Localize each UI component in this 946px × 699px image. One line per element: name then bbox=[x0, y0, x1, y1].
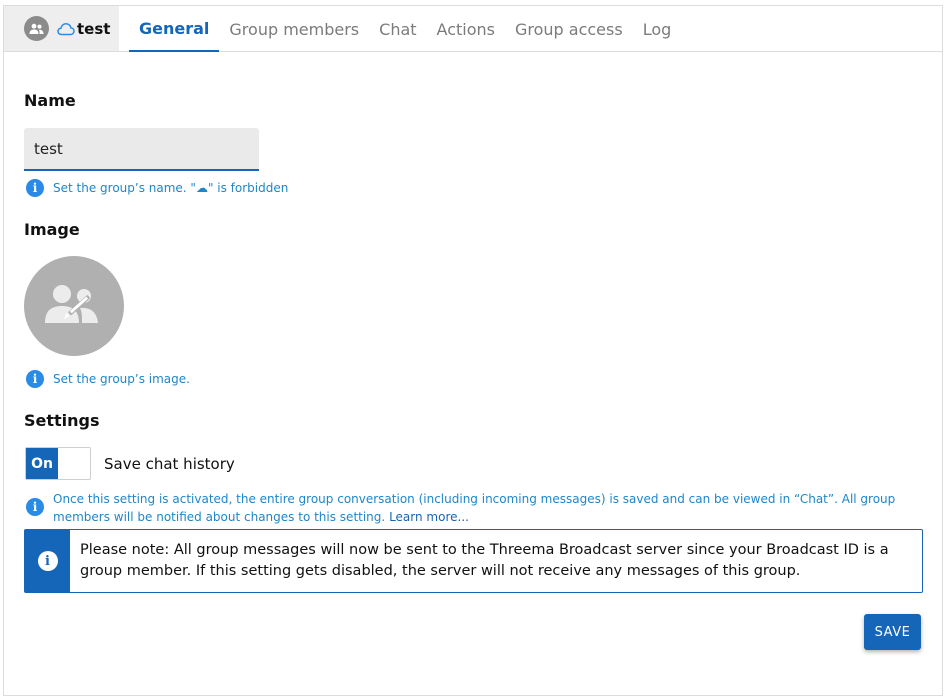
settings-heading: Settings bbox=[24, 411, 100, 430]
group-image-picker[interactable] bbox=[24, 256, 124, 356]
cloud-icon bbox=[57, 22, 75, 35]
tab-general[interactable]: General bbox=[129, 6, 220, 52]
tabs: General Group members Chat Actions Group… bbox=[129, 6, 681, 52]
info-icon: i bbox=[26, 370, 44, 388]
learn-more-link[interactable]: Learn more... bbox=[389, 510, 469, 524]
info-icon: i bbox=[37, 551, 58, 571]
settings-hint: i Once this setting is activated, the en… bbox=[26, 490, 921, 526]
group-settings-panel: test General Group members Chat Actions … bbox=[3, 5, 943, 696]
image-heading: Image bbox=[24, 220, 80, 239]
notice-text: Please note: All group messages will now… bbox=[80, 542, 889, 579]
info-icon: i bbox=[26, 179, 44, 197]
settings-hint-text: Once this setting is activated, the enti… bbox=[53, 492, 896, 524]
toggle-state: On bbox=[26, 448, 58, 479]
info-icon: i bbox=[26, 498, 44, 516]
tab-actions[interactable]: Actions bbox=[427, 6, 505, 52]
group-name: test bbox=[77, 19, 111, 38]
notice-bar: i bbox=[25, 530, 70, 592]
group-chip: test bbox=[4, 6, 119, 51]
image-hint-text: Set the group’s image. bbox=[53, 372, 190, 386]
save-button[interactable]: SAVE bbox=[864, 614, 921, 650]
name-hint: i Set the group’s name. "☁" is forbidden bbox=[26, 179, 288, 197]
group-name-input[interactable] bbox=[24, 128, 259, 171]
image-hint: i Set the group’s image. bbox=[26, 370, 190, 388]
tab-group-members[interactable]: Group members bbox=[219, 6, 369, 52]
tab-log[interactable]: Log bbox=[633, 6, 682, 52]
save-chat-history-label: Save chat history bbox=[104, 455, 235, 473]
tab-bar: test General Group members Chat Actions … bbox=[4, 6, 942, 52]
name-heading: Name bbox=[24, 91, 76, 110]
save-chat-history-toggle[interactable]: On bbox=[25, 447, 91, 480]
tab-group-access[interactable]: Group access bbox=[505, 6, 633, 52]
name-hint-text: Set the group’s name. "☁" is forbidden bbox=[53, 181, 289, 195]
edit-group-image-icon bbox=[45, 285, 98, 323]
tab-chat[interactable]: Chat bbox=[369, 6, 426, 52]
group-icon bbox=[24, 16, 49, 41]
broadcast-notice: i Please note: All group messages will n… bbox=[24, 529, 923, 593]
